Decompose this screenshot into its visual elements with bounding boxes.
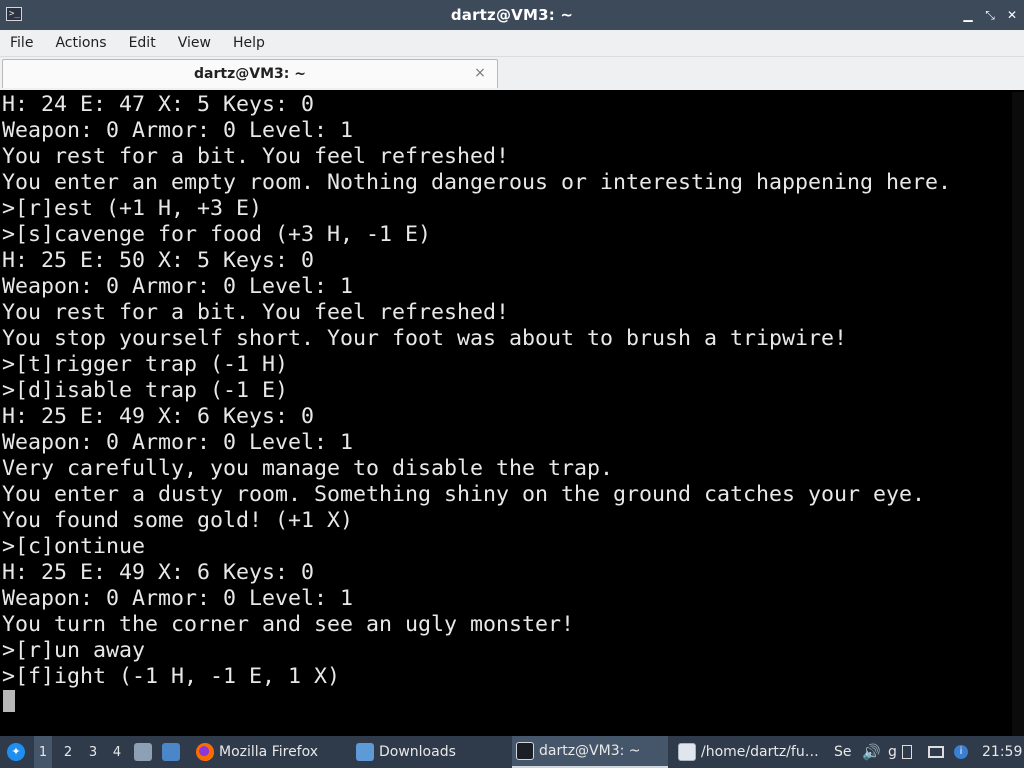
- terminal-line: H: 24 E: 47 X: 5 Keys: 0: [2, 92, 315, 117]
- taskbar-app-label: g: [888, 744, 897, 760]
- files-icon: [134, 743, 152, 761]
- terminal-line: H: 25 E: 49 X: 6 Keys: 0: [2, 404, 315, 429]
- terminal-output-area[interactable]: H: 24 E: 47 X: 5 Keys: 0 Weapon: 0 Armor:…: [0, 92, 1024, 736]
- taskbar-app-editor[interactable]: /home/dartz/fu…: [674, 736, 832, 768]
- terminal-line: Weapon: 0 Armor: 0 Level: 1: [2, 586, 354, 611]
- terminal-line: >[r]un away: [2, 638, 146, 663]
- taskbar-app-label: /home/dartz/fu…: [701, 744, 819, 760]
- workspace-1[interactable]: 1: [34, 736, 52, 768]
- menu-edit[interactable]: Edit: [129, 35, 156, 51]
- terminal-line: Weapon: 0 Armor: 0 Level: 1: [2, 430, 354, 455]
- window-title: dartz@VM3: ~: [450, 6, 574, 24]
- terminal-line: You enter an empty room. Nothing dangero…: [2, 170, 952, 195]
- terminal-line: >[f]ight (-1 H, -1 E, 1 X): [2, 664, 341, 689]
- window-controls: ▁ ⤡ ✕: [962, 0, 1018, 30]
- start-menu-button[interactable]: ✦: [4, 736, 28, 768]
- taskbar-app-label: dartz@VM3: ~: [539, 743, 641, 759]
- menu-view[interactable]: View: [178, 35, 211, 51]
- terminal-line: Weapon: 0 Armor: 0 Level: 1: [2, 274, 354, 299]
- taskbar-app-label: Se: [834, 744, 852, 760]
- terminal-line: H: 25 E: 50 X: 5 Keys: 0: [2, 248, 315, 273]
- terminal-line: >[d]isable trap (-1 E): [2, 378, 289, 403]
- workspace-3[interactable]: 3: [84, 736, 102, 768]
- menu-actions[interactable]: Actions: [55, 35, 106, 51]
- taskbar-app-label: Mozilla Firefox: [219, 744, 319, 760]
- show-desktop-icon: [162, 743, 180, 761]
- terminal-line: You found some gold! (+1 X): [2, 508, 354, 533]
- terminal-line: You rest for a bit. You feel refreshed!: [2, 300, 510, 325]
- taskbar-app-firefox[interactable]: Mozilla Firefox: [192, 736, 346, 768]
- workspace-2[interactable]: 2: [59, 736, 77, 768]
- terminal-line: >[c]ontinue: [2, 534, 146, 559]
- desktop-launcher[interactable]: [162, 736, 185, 768]
- tab-bar: dartz@VM3: ~ ×: [0, 57, 1024, 90]
- taskbar-app-label: Downloads: [379, 744, 456, 760]
- terminal-line: You enter a dusty room. Something shiny …: [2, 482, 926, 507]
- workspace-4[interactable]: 4: [108, 736, 126, 768]
- taskbar-app-partial-2[interactable]: g: [888, 736, 897, 768]
- updates-icon[interactable]: i: [954, 736, 968, 768]
- terminal-tab[interactable]: dartz@VM3: ~ ×: [2, 59, 498, 88]
- clipboard-icon[interactable]: [902, 736, 912, 768]
- terminal-line: >[r]est (+1 H, +3 E): [2, 196, 263, 221]
- menu-bar: File Actions Edit View Help: [0, 30, 1024, 57]
- taskbar-app-partial[interactable]: Se: [834, 736, 860, 768]
- terminal-line: You rest for a bit. You feel refreshed!: [2, 144, 510, 169]
- terminal-line: H: 25 E: 49 X: 6 Keys: 0: [2, 560, 315, 585]
- taskbar-app-downloads[interactable]: Downloads: [352, 736, 508, 768]
- firefox-icon: [196, 743, 214, 761]
- tab-close-icon[interactable]: ×: [473, 66, 487, 80]
- close-icon[interactable]: ✕: [1006, 9, 1018, 21]
- menu-file[interactable]: File: [10, 35, 33, 51]
- terminal-line: Weapon: 0 Armor: 0 Level: 1: [2, 118, 354, 143]
- terminal-icon: [516, 742, 534, 760]
- terminal-line: >[t]rigger trap (-1 H): [2, 352, 289, 377]
- terminal-cursor: [3, 690, 15, 712]
- terminal-text: H: 24 E: 47 X: 5 Keys: 0 Weapon: 0 Armor:…: [2, 92, 1012, 690]
- start-menu-icon: ✦: [7, 743, 25, 761]
- network-icon[interactable]: [928, 736, 944, 768]
- terminal-line: You turn the corner and see an ugly mons…: [2, 612, 575, 637]
- file-manager-launcher[interactable]: [134, 736, 157, 768]
- tab-label: dartz@VM3: ~: [194, 66, 306, 82]
- terminal-scrollbar[interactable]: [1012, 92, 1024, 736]
- terminal-line: You stop yourself short. Your foot was a…: [2, 326, 848, 351]
- terminal-line: >[s]cavenge for food (+3 H, -1 E): [2, 222, 432, 247]
- minimize-icon[interactable]: ▁: [962, 9, 974, 21]
- document-icon: [678, 743, 696, 761]
- maximize-icon[interactable]: ⤡: [984, 9, 996, 21]
- volume-icon[interactable]: 🔊: [862, 736, 881, 768]
- folder-icon: [356, 743, 374, 761]
- clock[interactable]: 21:59: [982, 736, 1022, 768]
- taskbar: ✦ 1 2 3 4 Mozilla Firefox Downloads dart…: [0, 736, 1024, 768]
- terminal-line: Very carefully, you manage to disable th…: [2, 456, 614, 481]
- window-titlebar[interactable]: >_ dartz@VM3: ~ ▁ ⤡ ✕: [0, 0, 1024, 30]
- taskbar-app-terminal[interactable]: dartz@VM3: ~: [512, 736, 668, 768]
- menu-help[interactable]: Help: [233, 35, 265, 51]
